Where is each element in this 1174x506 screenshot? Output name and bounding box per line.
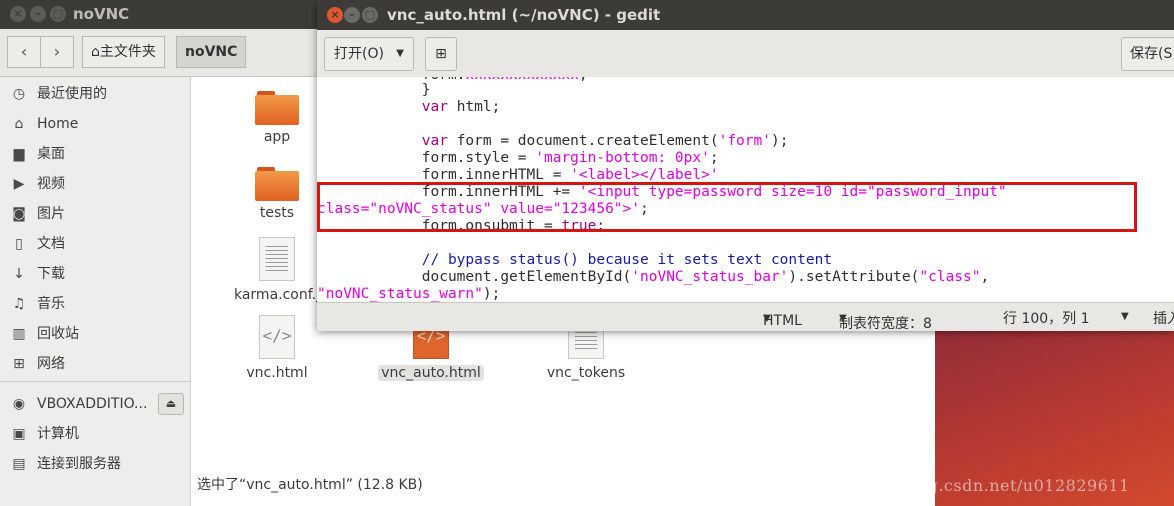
code-editor[interactable]: form.xxxxxxxxxxxxx; } var html; var form… (317, 77, 1174, 302)
text-file-icon (259, 237, 295, 281)
sidebar-item-label: 桌面 (37, 146, 65, 162)
tab-width-label: 制表符宽度：8 (839, 316, 932, 332)
network-icon: ⊞ (13, 356, 25, 372)
sidebar-item-documents[interactable]: ▯ 文档 (0, 229, 190, 259)
eject-icon: ⏏ (165, 397, 177, 410)
sidebar-item-label: 网络 (37, 356, 65, 372)
file-name: karma.conf.j (233, 287, 320, 303)
minimize-icon[interactable]: – (344, 7, 360, 23)
sidebar: ◷ 最近使用的 ⌂ Home ▆ 桌面 ▶ 视频 ◙ 图片 ▯ 文档 ↓ 下载 ♫ 音乐 ▥ 回收… (0, 77, 191, 506)
sidebar-item-downloads[interactable]: ↓ 下载 (0, 259, 190, 289)
breadcrumb-home-label: 主文件夹 (99, 44, 156, 60)
desktop-folder-icon: ▆ (13, 146, 25, 162)
sidebar-item-network[interactable]: ⊞ 网络 (0, 349, 190, 379)
chevron-down-icon: ▼ (763, 313, 771, 324)
sidebar-item-label: 下载 (37, 266, 65, 282)
sidebar-item-vbox[interactable]: ◉ VBOXADDITIO... ⏏ (0, 389, 190, 419)
sidebar-item-pictures[interactable]: ◙ 图片 (0, 199, 190, 229)
code-line: var html; (421, 99, 501, 115)
sidebar-separator (0, 381, 190, 382)
file-name: tests (259, 205, 295, 221)
breadcrumb-home[interactable]: ⌂主文件夹 (82, 36, 165, 68)
sidebar-item-label: 回收站 (37, 326, 79, 342)
open-button-label: 打开(O) (334, 46, 384, 62)
download-icon: ↓ (13, 266, 25, 282)
highlight-annotation-box (317, 182, 1137, 232)
sidebar-item-label: 图片 (37, 206, 65, 222)
sidebar-item-label: 视频 (37, 176, 65, 192)
file-name: app (263, 129, 291, 145)
cursor-position: 行 100，列 1 (1003, 311, 1090, 327)
chevron-down-icon: ▼ (396, 48, 404, 59)
sidebar-item-computer[interactable]: ▣ 计算机 (0, 419, 190, 449)
sidebar-item-music[interactable]: ♫ 音乐 (0, 289, 190, 319)
sidebar-item-label: 音乐 (37, 296, 65, 312)
chevron-right-icon: › (53, 42, 61, 61)
sidebar-item-connect-server[interactable]: ▤ 连接到服务器 (0, 449, 190, 479)
save-button[interactable]: 保存(S) (1121, 37, 1174, 71)
clock-icon: ◷ (12, 86, 26, 102)
new-tab-button[interactable]: ⊞ (425, 37, 457, 71)
code-line: document.getElementById('noVNC_status_ba… (317, 269, 990, 285)
close-icon[interactable]: × (327, 7, 343, 23)
back-button[interactable]: ‹ (7, 36, 41, 68)
open-button[interactable]: 打开(O) ▼ (324, 37, 414, 71)
gedit-toolbar: 打开(O) ▼ ⊞ 保存(S) (317, 30, 1174, 78)
code-line: // bypass status() because it sets text … (421, 252, 833, 268)
chevron-down-icon[interactable]: ▼ (1121, 311, 1129, 322)
sidebar-item-label: Home (37, 116, 79, 132)
code-line: form.style = 'margin-bottom: 0px'; (317, 150, 719, 166)
sidebar-item-label: 文档 (37, 236, 65, 252)
sidebar-item-home[interactable]: ⌂ Home (0, 109, 190, 139)
document-icon: ▯ (15, 236, 23, 252)
chevron-down-icon: ▼ (839, 313, 847, 324)
gedit-titlebar: × – □ vnc_auto.html (~/noVNC) - gedit (317, 0, 1174, 30)
folder-icon (255, 91, 299, 125)
home-icon: ⌂ (91, 44, 100, 60)
camera-icon: ◙ (12, 206, 26, 222)
close-icon[interactable]: × (10, 6, 26, 22)
minimize-icon[interactable]: – (30, 6, 46, 22)
sidebar-item-label: 连接到服务器 (37, 456, 121, 472)
sidebar-item-label: 计算机 (37, 426, 79, 442)
file-name: vnc.html (246, 365, 308, 381)
selection-status: 选中了“vnc_auto.html” (12.8 KB) (197, 477, 423, 493)
new-document-icon: ⊞ (435, 46, 447, 62)
sidebar-item-label: VBOXADDITIO... (37, 396, 148, 412)
file-name: vnc_auto.html (378, 365, 484, 381)
sidebar-item-videos[interactable]: ▶ 视频 (0, 169, 190, 199)
sidebar-item-trash[interactable]: ▥ 回收站 (0, 319, 190, 349)
music-icon: ♫ (12, 296, 26, 312)
trash-icon: ▥ (12, 326, 26, 342)
code-line: var form = document.createElement('form'… (421, 133, 789, 149)
file-name: vnc_tokens (546, 365, 626, 381)
html-file-icon: </> (259, 315, 295, 359)
server-icon: ▤ (12, 456, 26, 472)
disc-icon: ◉ (12, 396, 26, 412)
sidebar-item-label: 最近使用的 (37, 86, 107, 102)
maximize-icon[interactable]: □ (50, 6, 66, 22)
sidebar-item-recent[interactable]: ◷ 最近使用的 (0, 79, 190, 109)
code-line: "noVNC_status_warn"); (317, 286, 501, 302)
code-line: } (317, 82, 431, 98)
computer-icon: ▣ (12, 426, 26, 442)
gedit-statusbar: HTML ▼ 制表符宽度：8 ▼ 行 100，列 1 ▼ 插入 (317, 302, 1174, 332)
maximize-icon[interactable]: □ (362, 7, 378, 23)
chevron-left-icon: ‹ (20, 42, 28, 61)
forward-button[interactable]: › (40, 36, 74, 68)
window-title: noVNC (73, 5, 130, 23)
folder-icon (255, 167, 299, 201)
home-icon: ⌂ (14, 116, 24, 132)
insert-mode[interactable]: 插入 (1153, 308, 1174, 328)
breadcrumb-current[interactable]: noVNC (176, 36, 247, 68)
eject-button[interactable]: ⏏ (158, 393, 184, 415)
gedit-title: vnc_auto.html (~/noVNC) - gedit (387, 6, 661, 24)
sidebar-item-desktop[interactable]: ▆ 桌面 (0, 139, 190, 169)
video-icon: ▶ (13, 176, 25, 192)
gedit-window: × – □ vnc_auto.html (~/noVNC) - gedit 打开… (317, 0, 1174, 332)
